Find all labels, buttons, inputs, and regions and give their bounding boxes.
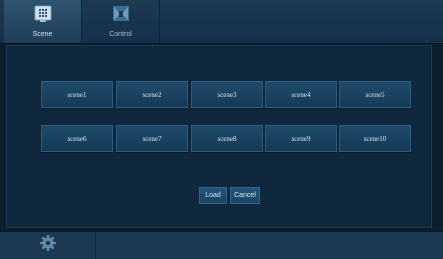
load-button[interactable]: Load	[199, 187, 227, 204]
scene-button-3[interactable]: scene3	[191, 81, 263, 108]
scene-button-2[interactable]: scene2	[116, 81, 188, 108]
tab-scene-label: Scene	[32, 31, 53, 38]
scene-button-1[interactable]: scene1	[41, 81, 113, 108]
tab-control-label: Control	[109, 31, 132, 38]
settings-button[interactable]	[0, 232, 96, 259]
cancel-button[interactable]: Cancel	[230, 187, 260, 204]
gear-icon	[39, 234, 57, 257]
scene-button-7[interactable]: scene7	[116, 125, 188, 152]
scene-button-5[interactable]: scene5	[339, 81, 411, 108]
scene-button-6[interactable]: scene6	[41, 125, 113, 152]
scene-grid-icon	[33, 4, 53, 24]
tab-scene[interactable]: Scene	[4, 0, 82, 43]
scene-panel: scene1 scene2 scene3 scene4 scene5 scene…	[6, 45, 432, 228]
scene-button-9[interactable]: scene9	[265, 125, 337, 152]
scene-button-4[interactable]: scene4	[265, 81, 337, 108]
bottom-bar	[0, 231, 443, 259]
top-tab-bar: Scene Control	[0, 0, 443, 44]
scene-button-8[interactable]: scene8	[191, 125, 263, 152]
scene-button-10[interactable]: scene10	[339, 125, 411, 152]
control-camera-icon	[111, 4, 131, 24]
tab-control[interactable]: Control	[82, 0, 160, 43]
